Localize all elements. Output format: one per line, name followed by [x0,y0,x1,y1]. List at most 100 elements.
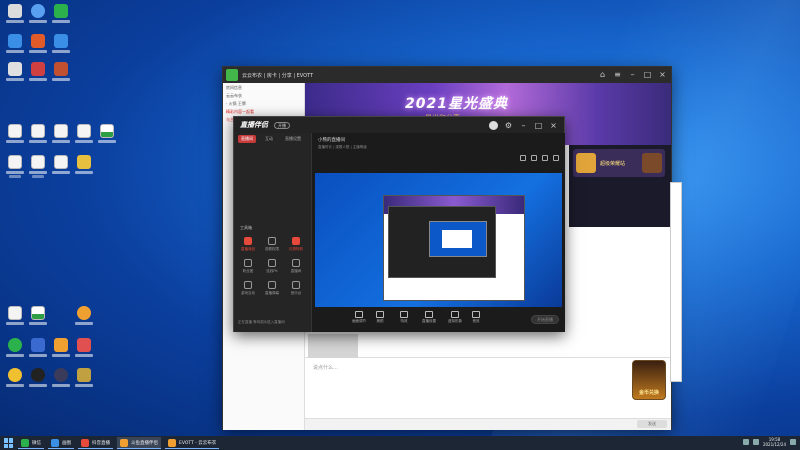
app-icon [120,438,128,447]
desktop-file-icon[interactable] [27,124,49,150]
desktop-icon[interactable] [27,62,49,88]
taskbar-item-label: 斗鱼直播伴侣 [131,440,158,446]
tool-item[interactable]: 直播间 [286,259,306,277]
taskbar-items: 微信 画图 抖音直播 斗鱼直播伴侣 EVOTT - 云云布衣 [14,437,220,449]
desktop-icon[interactable] [4,368,26,394]
send-button[interactable]: 发送 [637,420,667,428]
start-live-button[interactable]: 开始直播 [531,315,559,324]
tool-item[interactable]: 礼物特效 [286,237,306,255]
outer-window-edge [670,182,682,382]
desktop-icon[interactable] [4,62,26,88]
tool-button[interactable]: 画面调节 [352,311,366,324]
desktop-icon[interactable] [27,4,49,30]
desktop-icon[interactable] [27,368,49,394]
chat-placeholder[interactable]: 说点什么… [313,364,338,371]
tool-button[interactable]: 直播设置 [422,311,436,324]
rank-card[interactable]: 超级荣耀站 [573,149,665,177]
notification-icon[interactable] [790,439,796,445]
maximize-icon[interactable]: □ [643,70,652,79]
desktop-icon[interactable] [27,338,49,364]
live-preview[interactable] [315,173,562,307]
minimize-icon[interactable]: – [628,70,637,79]
maximize-icon[interactable]: □ [534,121,543,130]
tool-button[interactable]: 特效 [400,311,408,324]
taskbar-item[interactable]: 画图 [48,437,74,449]
desktop-file-icon[interactable] [4,155,26,181]
desktop-icon[interactable] [73,155,95,181]
start-button[interactable] [4,438,14,448]
desktop-icon[interactable] [50,4,72,30]
app-brand: 直播伴侣 [240,121,268,129]
desktop-file-icon[interactable] [50,124,72,150]
mic-icon[interactable] [542,155,548,161]
menu-icon[interactable]: ≡ [613,70,622,79]
tool-item[interactable]: 直播弹幕 [262,281,282,299]
app-icon [21,438,29,447]
share-icon[interactable] [520,155,526,161]
more-icon[interactable] [553,155,559,161]
volume-icon[interactable] [752,439,759,445]
home-icon[interactable]: ⌂ [598,70,607,79]
desktop-icon[interactable] [73,338,95,364]
clock[interactable]: 19:58 2021/12/24 [763,437,786,447]
taskbar-item-label: EVOTT - 云云布衣 [179,440,217,446]
network-icon[interactable] [742,439,749,445]
desktop-icon[interactable] [50,338,72,364]
camera-icon[interactable] [531,155,537,161]
tool-item[interactable]: 粉丝团 [238,259,258,277]
desktop-file-icon[interactable] [27,306,49,332]
tab-interaction[interactable]: 互动 [262,135,276,143]
desktop-file-icon[interactable] [27,155,49,181]
app-logo-icon [226,69,238,81]
desktop-icon[interactable] [73,306,95,332]
room-title: 小熊的直播间 [318,138,345,143]
tool-button[interactable]: 虚拟形象 [448,311,462,324]
tool-item[interactable]: 音乐台 [286,281,306,299]
desktop-icon[interactable] [4,34,26,60]
tool-item[interactable]: 游戏互动 [238,281,258,299]
avatar [642,153,662,173]
list-item: 房间信息 [226,85,242,90]
promo-badge[interactable]: 金币兑换 [632,360,666,400]
list-item: 精彩内容一起看 [226,109,254,114]
taskbar-item-label: 微信 [32,440,41,446]
taskbar-item[interactable]: 斗鱼直播伴侣 [117,437,161,449]
close-icon[interactable]: × [658,70,667,79]
desktop-icon[interactable] [50,368,72,394]
desktop-file-icon[interactable] [73,124,95,150]
desktop-icon[interactable] [73,368,95,394]
desktop-icon[interactable] [50,34,72,60]
inner-title-bar[interactable]: 直播伴侣 开播 ⚙ – □ × [234,117,564,133]
desktop-file-icon[interactable] [96,124,118,150]
outer-title-text: 云云布衣 | 房卡 | 分享 | EVOTT [242,72,314,79]
taskbar-item-label: 抖音直播 [92,440,110,446]
desktop-icon[interactable] [4,338,26,364]
taskbar-item[interactable]: 微信 [18,437,44,449]
tool-button[interactable]: 美颜 [376,311,384,324]
tab-live-room[interactable]: 直播间 [238,135,256,143]
tool-button[interactable]: 音效 [472,311,480,324]
tab-settings[interactable]: 直播设置 [282,135,304,143]
close-icon[interactable]: × [549,121,558,130]
live-status-text: 正在直播 等待观众进入直播间 [238,320,285,324]
desktop-icon[interactable] [27,34,49,60]
tool-item[interactable]: 直播商品 [238,237,258,255]
avatar [576,153,596,173]
rank-card-text: 超级荣耀站 [600,160,626,167]
desktop-icon[interactable] [50,62,72,88]
outer-title-bar[interactable]: 云云布衣 | 房卡 | 分享 | EVOTT ⌂ ≡ – □ × [223,67,671,83]
desktop-icon[interactable] [4,306,26,332]
avatar[interactable] [489,121,498,130]
go-live-pill[interactable]: 开播 [274,121,290,129]
desktop-file-icon[interactable] [4,124,26,150]
taskbar-item[interactable]: 抖音直播 [78,437,113,449]
settings-icon[interactable]: ⚙ [504,121,513,130]
taskbar-item[interactable]: EVOTT - 云云布衣 [165,437,220,449]
tool-item[interactable]: 连线PK [262,259,282,277]
chat-input-area[interactable]: 说点什么… 发送 [305,357,671,430]
minimize-icon[interactable]: – [519,121,528,130]
desktop-icon[interactable] [4,4,26,30]
streamer-tool-window[interactable]: 直播伴侣 开播 ⚙ – □ × 直播间 互动 直播设置 工具箱 直播商品 观看权… [233,116,565,332]
desktop-file-icon[interactable] [50,155,72,181]
tool-item[interactable]: 观看权限 [262,237,282,255]
